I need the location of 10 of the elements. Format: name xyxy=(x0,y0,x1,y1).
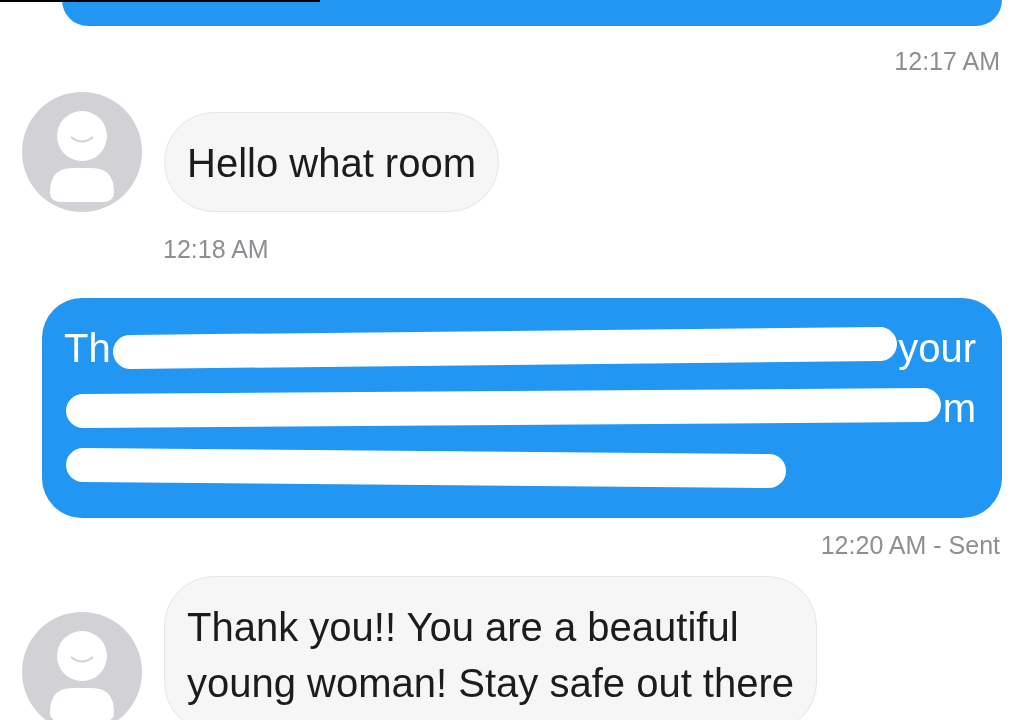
avatar-icon xyxy=(22,92,142,212)
message-text: m xyxy=(942,385,976,432)
message-text: Th xyxy=(64,325,111,372)
message-text: Thank you!! You are a beautiful xyxy=(187,604,740,651)
message-text: Hello what room xyxy=(187,140,476,187)
timestamp: 12:20 AM - Sent xyxy=(820,530,1000,561)
message-text: young woman! Stay safe out there xyxy=(187,660,795,707)
timestamp: 12:18 AM xyxy=(163,234,269,265)
timestamp: 12:17 AM xyxy=(894,46,1000,77)
message-text: your xyxy=(898,325,976,372)
